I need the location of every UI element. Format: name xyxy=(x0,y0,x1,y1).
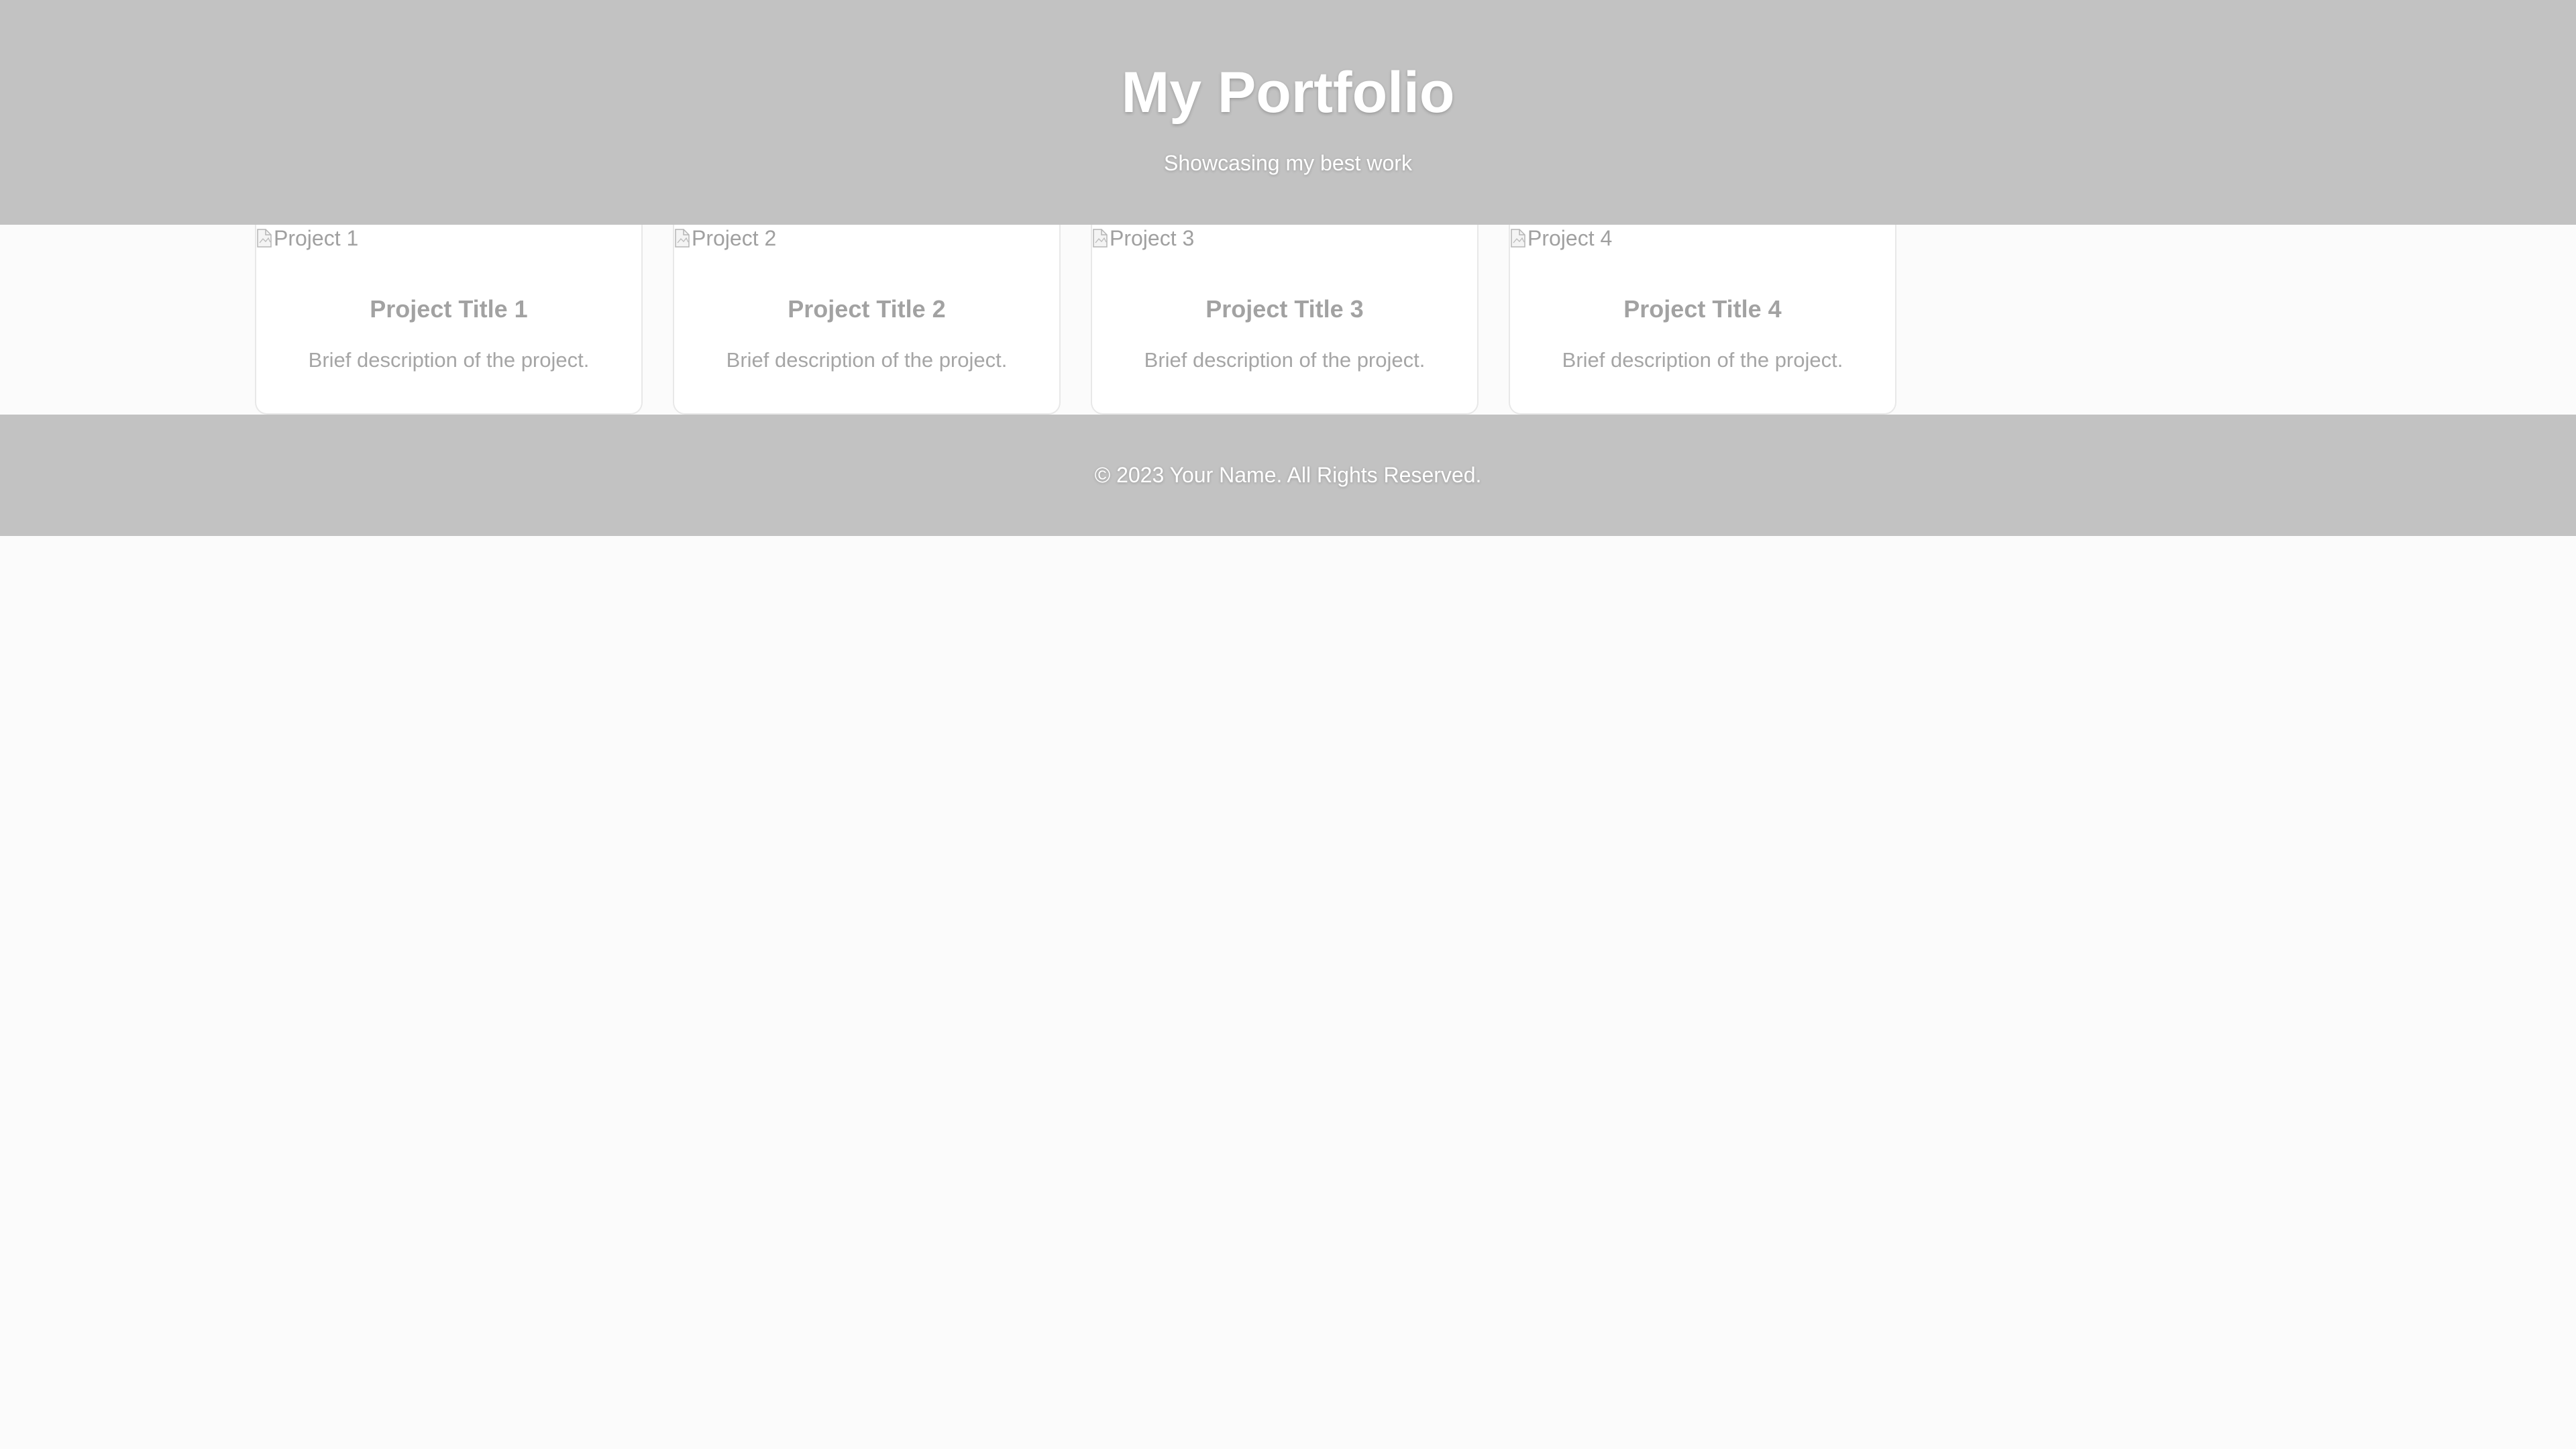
project-title: Project Title 2 xyxy=(788,295,946,323)
broken-image-icon xyxy=(1510,228,1526,248)
project-title: Project Title 3 xyxy=(1205,295,1364,323)
project-card-3[interactable]: Project 3 Project Title 3 Brief descript… xyxy=(1091,225,1479,415)
project-image-3: Project 3 xyxy=(1092,225,1194,252)
project-image-alt: Project 1 xyxy=(274,226,359,250)
broken-image-icon xyxy=(674,228,690,248)
page-title: My Portfolio xyxy=(1121,60,1455,125)
project-card-2[interactable]: Project 2 Project Title 2 Brief descript… xyxy=(673,225,1061,415)
project-image-alt: Project 4 xyxy=(1527,226,1613,250)
project-description: Brief description of the project. xyxy=(1562,348,1843,372)
broken-image-icon xyxy=(256,228,272,248)
project-image-1: Project 1 xyxy=(256,225,358,252)
page-subtitle: Showcasing my best work xyxy=(1164,151,1412,175)
project-description: Brief description of the project. xyxy=(726,348,1008,372)
project-card-4[interactable]: Project 4 Project Title 4 Brief descript… xyxy=(1509,225,1896,415)
project-image-alt: Project 2 xyxy=(692,226,777,250)
project-title: Project Title 1 xyxy=(370,295,528,323)
site-header: My Portfolio Showcasing my best work xyxy=(0,0,2576,225)
site-footer: © 2023 Your Name. All Rights Reserved. xyxy=(0,415,2576,536)
project-image-4: Project 4 xyxy=(1510,225,1612,252)
project-card-1[interactable]: Project 1 Project Title 1 Brief descript… xyxy=(255,225,643,415)
footer-copyright: © 2023 Your Name. All Rights Reserved. xyxy=(1094,463,1482,487)
project-description: Brief description of the project. xyxy=(1144,348,1426,372)
project-image-2: Project 2 xyxy=(674,225,776,252)
projects-grid: Project 1 Project Title 1 Brief descript… xyxy=(255,225,1896,415)
project-title: Project Title 4 xyxy=(1623,295,1782,323)
project-image-alt: Project 3 xyxy=(1110,226,1195,250)
broken-image-icon xyxy=(1092,228,1108,248)
project-description: Brief description of the project. xyxy=(308,348,590,372)
